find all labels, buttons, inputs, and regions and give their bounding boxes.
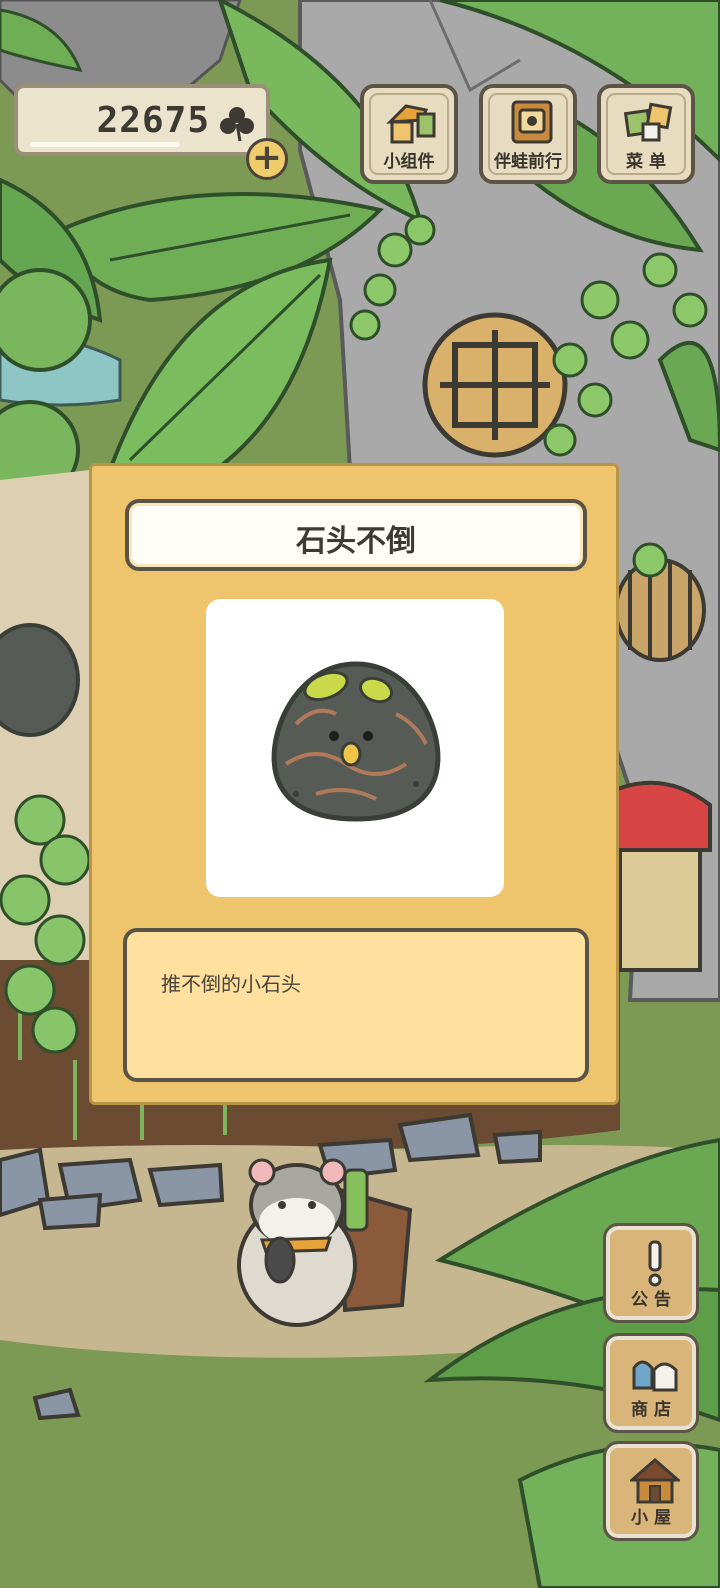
clover-icon [220,106,254,146]
shop-button-label: 商 店 [631,1400,671,1420]
item-image-frame [206,599,504,897]
house-button[interactable]: 小 屋 [603,1441,699,1541]
menu-button-label: 菜 单 [626,152,666,172]
shop-button[interactable]: 商 店 [603,1333,699,1433]
item-description-box: 推不倒的小石头 [123,928,589,1082]
widget-button[interactable]: 小组件 [360,84,458,184]
game-scene: 22675 + 小组件 伴蛙前行 菜 单 公 告 商 店 小 屋 石头不倒 推不… [0,0,720,1588]
counter-highlight [30,142,180,147]
menu-button[interactable]: 菜 单 [597,84,695,184]
dialog-title-box: 石头不倒 [125,499,587,571]
clover-counter: 22675 [14,84,270,156]
house-icon [627,1456,683,1510]
add-clover-button[interactable]: + [246,138,288,180]
announcement-button-label: 公 告 [631,1290,671,1310]
shop-bags-icon [630,1348,680,1402]
widget-icon [386,100,440,150]
exclamation-icon [630,1238,680,1292]
journey-book-icon [505,100,559,150]
stone-tumbler-icon [271,661,441,822]
widget-button-label: 小组件 [383,152,435,172]
clover-count: 22675 [96,100,210,141]
item-name: 石头不倒 [296,524,416,559]
journey-button-label: 伴蛙前行 [494,152,562,172]
menu-cards-icon [623,100,677,150]
announcement-button[interactable]: 公 告 [603,1223,699,1323]
plus-icon: + [251,137,283,178]
house-button-label: 小 屋 [631,1508,671,1528]
item-detail-dialog[interactable]: 石头不倒 推不倒的小石头 [89,463,619,1105]
journey-button[interactable]: 伴蛙前行 [479,84,577,184]
item-description: 推不倒的小石头 [161,972,301,996]
